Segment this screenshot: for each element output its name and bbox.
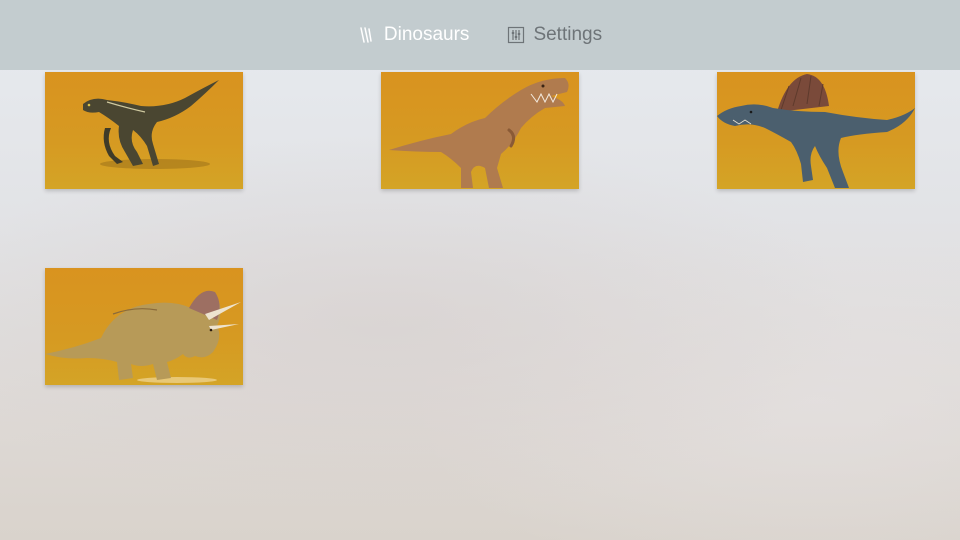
raptor-image [83,80,219,169]
spinosaurus-image [717,74,915,188]
tab-settings-label: Settings [533,24,603,45]
tab-settings[interactable]: Settings [507,24,602,46]
claw-marks-icon [358,26,376,44]
sliders-icon [507,26,525,44]
dinosaur-tile-spinosaurus[interactable] [717,72,915,189]
tyrannosaurus-image [389,78,569,188]
dinosaur-tile-raptor[interactable] [45,72,243,189]
triceratops-image [45,290,241,383]
tab-dinosaurs-label: Dinosaurs [383,24,470,45]
top-navigation-bar: Dinosaurs Settings [0,0,960,70]
dinosaur-tile-triceratops[interactable] [45,268,243,385]
tab-dinosaurs[interactable]: Dinosaurs [358,24,470,46]
dinosaur-tile-tyrannosaurus[interactable] [381,72,579,189]
